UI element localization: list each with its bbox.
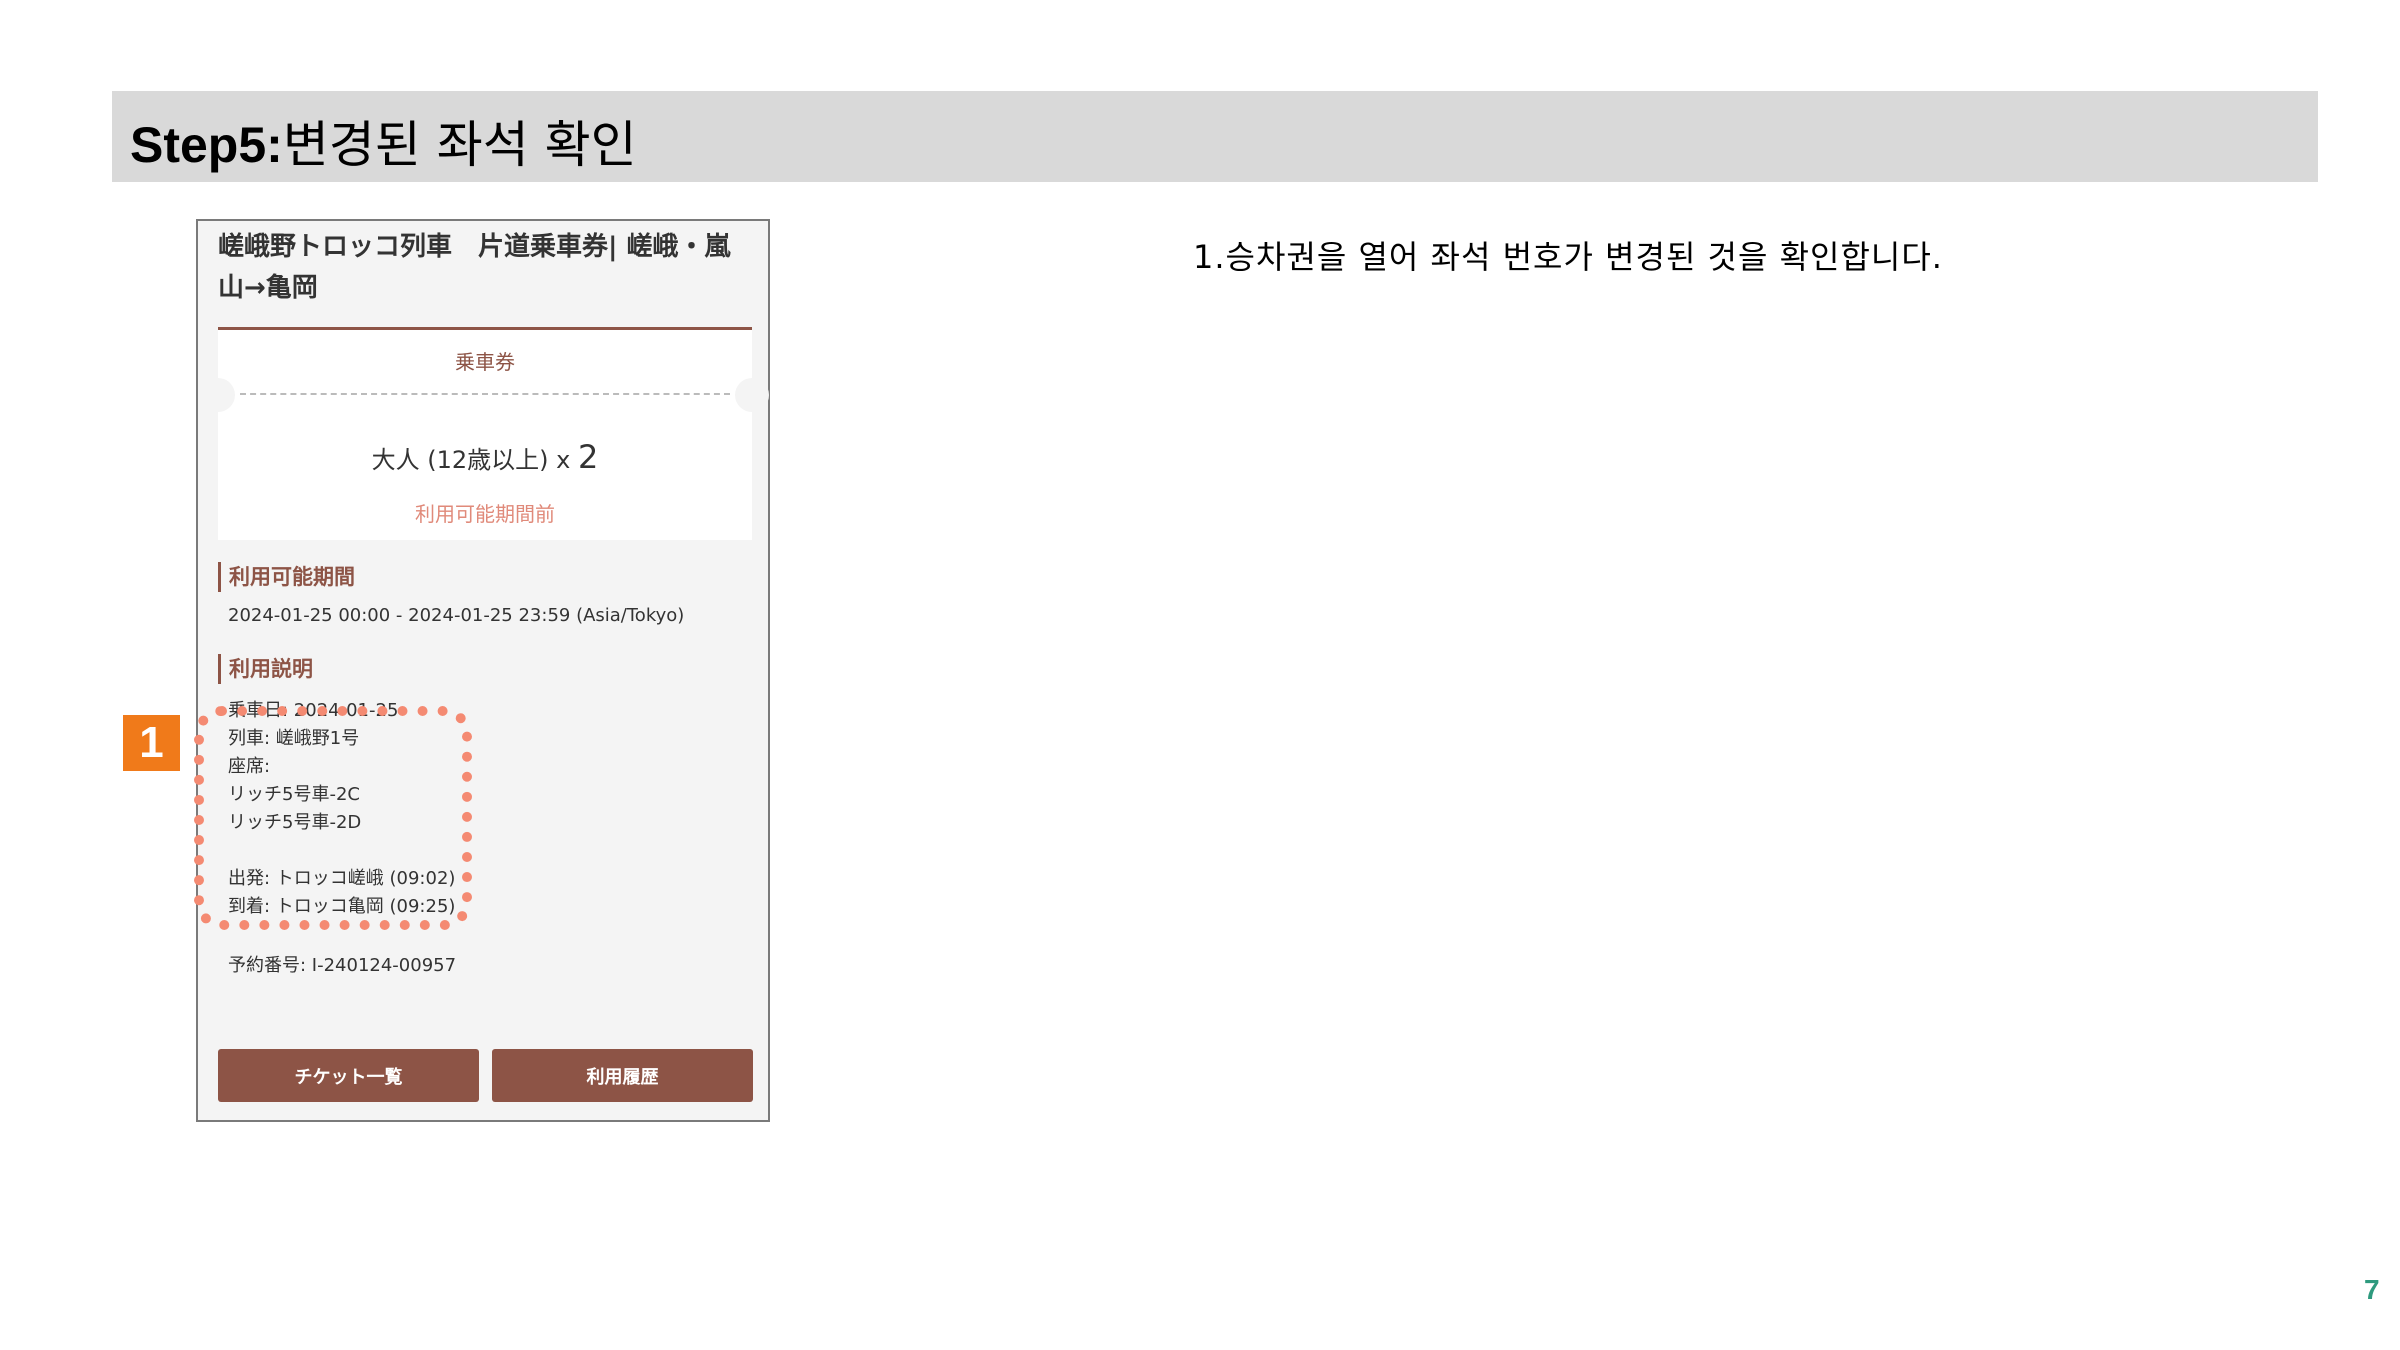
ticket-notch-right [735,378,769,412]
step-badge: 1 [123,715,180,771]
instruction-text: 1.승차권을 열어 좌석 번호가 변경된 것을 확인합니다. [1193,238,1943,276]
slide-title: Step5:변경된 좌석 확인 [130,105,637,177]
period-value: 2024-01-25 00:00 - 2024-01-25 23:59 (Asi… [228,605,685,626]
description-heading: 利用説明 [218,654,529,684]
page-number: 7 [2364,1274,2380,1305]
slide-title-bar: Step5:변경된 좌석 확인 [112,91,2318,182]
passenger-count: 2 [578,438,599,476]
ticket-title: 嵯峨野トロッコ列車 片道乗車券| 嵯峨・嵐山→亀岡 [218,232,731,303]
passenger-type: 大人 (12歳以上) x [371,446,571,474]
usage-history-button[interactable]: 利用履歴 [492,1049,753,1102]
title-text: 변경된 좌석 확인 [282,116,637,174]
ticket-screenshot: 嵯峨野トロッコ列車 片道乗車券| 嵯峨・嵐山→亀岡 乗車券 大人 (12歳以上)… [196,219,770,1122]
ticket-status: 利用可能期間前 [415,502,555,526]
ticket-card: 乗車券 大人 (12歳以上) x 2 利用可能期間前 [201,327,769,540]
ticket-list-button[interactable]: チケット一覧 [218,1049,479,1102]
ticket-notch-left [201,378,235,412]
reservation-number: 予約番号: I-240124-00957 [228,955,457,976]
period-heading: 利用可能期間 [218,562,529,592]
title-step: Step5: [130,117,283,173]
ticket-card-label: 乗車券 [455,350,515,374]
ticket-divider [240,393,730,395]
passenger-info: 大人 (12歳以上) x 2 [218,438,752,476]
highlight-outline [194,706,472,930]
